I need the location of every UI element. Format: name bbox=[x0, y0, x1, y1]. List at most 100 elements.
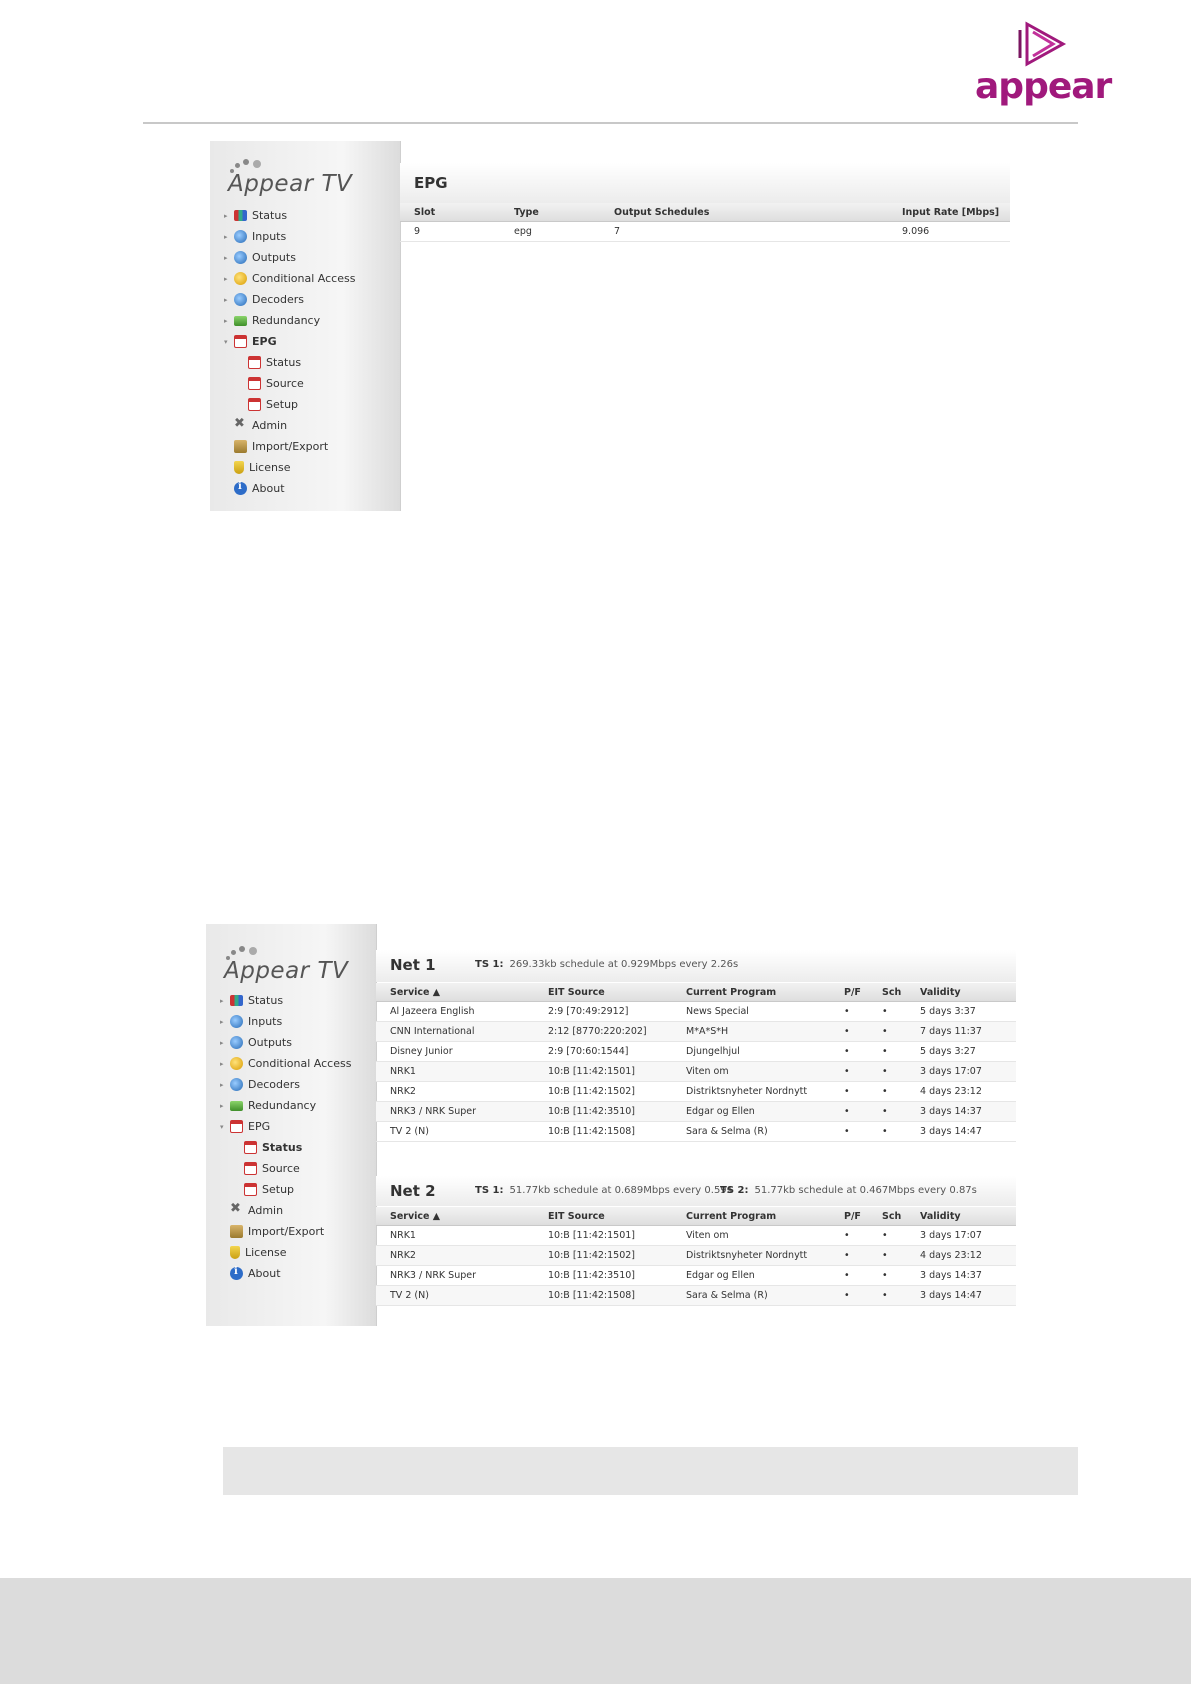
sidebar-item-license[interactable]: License bbox=[224, 457, 355, 478]
sidebar-item-label: Source bbox=[262, 1162, 300, 1175]
collapsed-arrow-icon[interactable]: ▸ bbox=[224, 317, 234, 325]
column-header[interactable]: Service ▲ bbox=[376, 1207, 534, 1226]
expanded-arrow-icon[interactable]: ▾ bbox=[220, 1123, 230, 1131]
collapsed-arrow-icon[interactable]: ▸ bbox=[224, 275, 234, 283]
collapsed-arrow-icon[interactable]: ▸ bbox=[220, 1039, 230, 1047]
collapsed-arrow-icon[interactable]: ▸ bbox=[220, 1081, 230, 1089]
collapsed-arrow-icon[interactable]: ▸ bbox=[224, 212, 234, 220]
sidebar-item-setup-sub[interactable]: Setup bbox=[224, 394, 355, 415]
table-cell: • bbox=[830, 1101, 868, 1122]
brand-name: Appear TV bbox=[224, 958, 349, 984]
sidebar-item-label: Decoders bbox=[248, 1078, 301, 1091]
collapsed-arrow-icon[interactable]: ▸ bbox=[220, 997, 230, 1005]
sidebar-item-label: Admin bbox=[248, 1204, 284, 1217]
sidebar-item-source-sub[interactable]: Source bbox=[220, 1158, 351, 1179]
conditional-access-icon bbox=[230, 1057, 243, 1070]
license-icon bbox=[234, 461, 244, 474]
sidebar: Appear TV ▸ Status ▸ Inputs ▸ Outputs ▸ Conditi… bbox=[210, 141, 401, 511]
net1-title-bar: Net 1 TS 1: 269.33kb schedule at 0.929Mbp… bbox=[376, 950, 1016, 982]
sidebar-item-import-export[interactable]: Import/Export bbox=[224, 436, 355, 457]
table-cell: Distriktsnyheter Nordnytt bbox=[672, 1245, 830, 1266]
sidebar-item-inputs[interactable]: ▸ Inputs bbox=[220, 1011, 351, 1032]
collapsed-arrow-icon[interactable]: ▸ bbox=[220, 1102, 230, 1110]
column-header: Sch bbox=[868, 1207, 906, 1226]
table-cell: • bbox=[830, 1285, 868, 1306]
status-chart-icon bbox=[230, 995, 243, 1006]
net2-service-table: Service ▲ EIT Source Current Program P/F Sch… bbox=[376, 1207, 1016, 1306]
epg-calendar-icon bbox=[244, 1183, 257, 1196]
sidebar-item-label: Inputs bbox=[248, 1015, 283, 1028]
sidebar-item-about[interactable]: About bbox=[224, 478, 355, 499]
sidebar-item-outputs[interactable]: ▸ Outputs bbox=[220, 1032, 351, 1053]
status-chart-icon bbox=[234, 210, 247, 221]
sidebar-item-epg[interactable]: ▾ EPG bbox=[224, 331, 355, 352]
sidebar-item-conditional-access[interactable]: ▸ Conditional Access bbox=[220, 1053, 351, 1074]
note-box bbox=[223, 1447, 1078, 1495]
sidebar-item-decoders[interactable]: ▸ Decoders bbox=[224, 289, 355, 310]
sidebar-item-setup-sub[interactable]: Setup bbox=[220, 1179, 351, 1200]
sidebar-item-admin[interactable]: Admin bbox=[220, 1200, 351, 1221]
about-info-icon bbox=[234, 481, 247, 495]
sidebar-item-admin[interactable]: Admin bbox=[224, 415, 355, 436]
collapsed-arrow-icon[interactable]: ▸ bbox=[224, 233, 234, 241]
expanded-arrow-icon[interactable]: ▾ bbox=[224, 338, 234, 346]
table-row: Disney Junior 2:9 [70:60:1544] Djungelhjul… bbox=[376, 1041, 1016, 1062]
net1-ts1-info: TS 1: 269.33kb schedule at 0.929Mbps ever… bbox=[475, 959, 738, 970]
table-cell: 10:B [11:42:1501] bbox=[534, 1061, 672, 1082]
sidebar-item-label: Status bbox=[248, 994, 284, 1007]
table-cell: • bbox=[830, 1001, 868, 1022]
column-header[interactable]: Service ▲ bbox=[376, 983, 534, 1002]
table-cell: 10:B [11:42:3510] bbox=[534, 1101, 672, 1122]
table-cell: 10:B [11:42:1501] bbox=[534, 1225, 672, 1246]
column-header: Current Program bbox=[672, 1207, 830, 1226]
inputs-icon bbox=[234, 230, 247, 243]
net2-ts1-text: 51.77kb schedule at 0.689Mbps every 0.59… bbox=[509, 1185, 732, 1196]
sidebar-item-redundancy[interactable]: ▸ Redundancy bbox=[220, 1095, 351, 1116]
conditional-access-icon bbox=[234, 272, 247, 285]
sidebar-item-source-sub[interactable]: Source bbox=[224, 373, 355, 394]
sidebar-item-outputs[interactable]: ▸ Outputs bbox=[224, 247, 355, 268]
table-cell: M*A*S*H bbox=[672, 1021, 830, 1042]
redundancy-icon bbox=[230, 1100, 243, 1111]
outputs-icon bbox=[234, 251, 247, 264]
table-cell: 3 days 14:47 bbox=[906, 1121, 1016, 1142]
collapsed-arrow-icon[interactable]: ▸ bbox=[224, 296, 234, 304]
sidebar-item-label: EPG bbox=[248, 1120, 271, 1133]
import-export-icon bbox=[230, 1225, 243, 1238]
table-cell: 7 bbox=[600, 221, 888, 242]
appear-tv-brand: Appear TV bbox=[220, 942, 360, 990]
sidebar-item-redundancy[interactable]: ▸ Redundancy bbox=[224, 310, 355, 331]
collapsed-arrow-icon[interactable]: ▸ bbox=[224, 254, 234, 262]
sidebar-item-status[interactable]: ▸ Status bbox=[220, 990, 351, 1011]
table-cell: CNN International bbox=[376, 1021, 534, 1042]
table-cell: • bbox=[830, 1061, 868, 1082]
sidebar-item-inputs[interactable]: ▸ Inputs bbox=[224, 226, 355, 247]
table-row: CNN International 2:12 [8770:220:202] M*A*… bbox=[376, 1021, 1016, 1042]
inputs-icon bbox=[230, 1015, 243, 1028]
sidebar-item-label: Source bbox=[266, 377, 304, 390]
sidebar-item-epg[interactable]: ▾ EPG bbox=[220, 1116, 351, 1137]
sidebar-item-license[interactable]: License bbox=[220, 1242, 351, 1263]
table-row: NRK1 10:B [11:42:1501] Viten om • • 3 days 17… bbox=[376, 1061, 1016, 1082]
sidebar-item-status[interactable]: ▸ Status bbox=[224, 205, 355, 226]
table-row: TV 2 (N) 10:B [11:42:1508] Sara & Selma (R… bbox=[376, 1121, 1016, 1142]
table-cell: 10:B [11:42:1502] bbox=[534, 1081, 672, 1102]
sidebar-item-status-sub[interactable]: Status bbox=[224, 352, 355, 373]
sidebar-item-label: Decoders bbox=[252, 293, 305, 306]
sidebar-item-import-export[interactable]: Import/Export bbox=[220, 1221, 351, 1242]
table-cell: • bbox=[868, 1265, 906, 1286]
sidebar-item-label: Conditional Access bbox=[252, 272, 356, 285]
footer-band bbox=[0, 1578, 1191, 1684]
sidebar-item-about[interactable]: About bbox=[220, 1263, 351, 1284]
sidebar-item-decoders[interactable]: ▸ Decoders bbox=[220, 1074, 351, 1095]
table-cell: • bbox=[868, 1081, 906, 1102]
table-cell: • bbox=[868, 1101, 906, 1122]
table-cell: Disney Junior bbox=[376, 1041, 534, 1062]
sidebar-item-conditional-access[interactable]: ▸ Conditional Access bbox=[224, 268, 355, 289]
sidebar-nav: ▸ Status ▸ Inputs ▸ Outputs ▸ Conditional Acces… bbox=[224, 205, 355, 499]
sidebar-item-status-sub[interactable]: Status bbox=[220, 1137, 351, 1158]
table-cell: 5 days 3:37 bbox=[906, 1001, 1016, 1022]
collapsed-arrow-icon[interactable]: ▸ bbox=[220, 1018, 230, 1026]
decoders-icon bbox=[234, 293, 247, 306]
collapsed-arrow-icon[interactable]: ▸ bbox=[220, 1060, 230, 1068]
